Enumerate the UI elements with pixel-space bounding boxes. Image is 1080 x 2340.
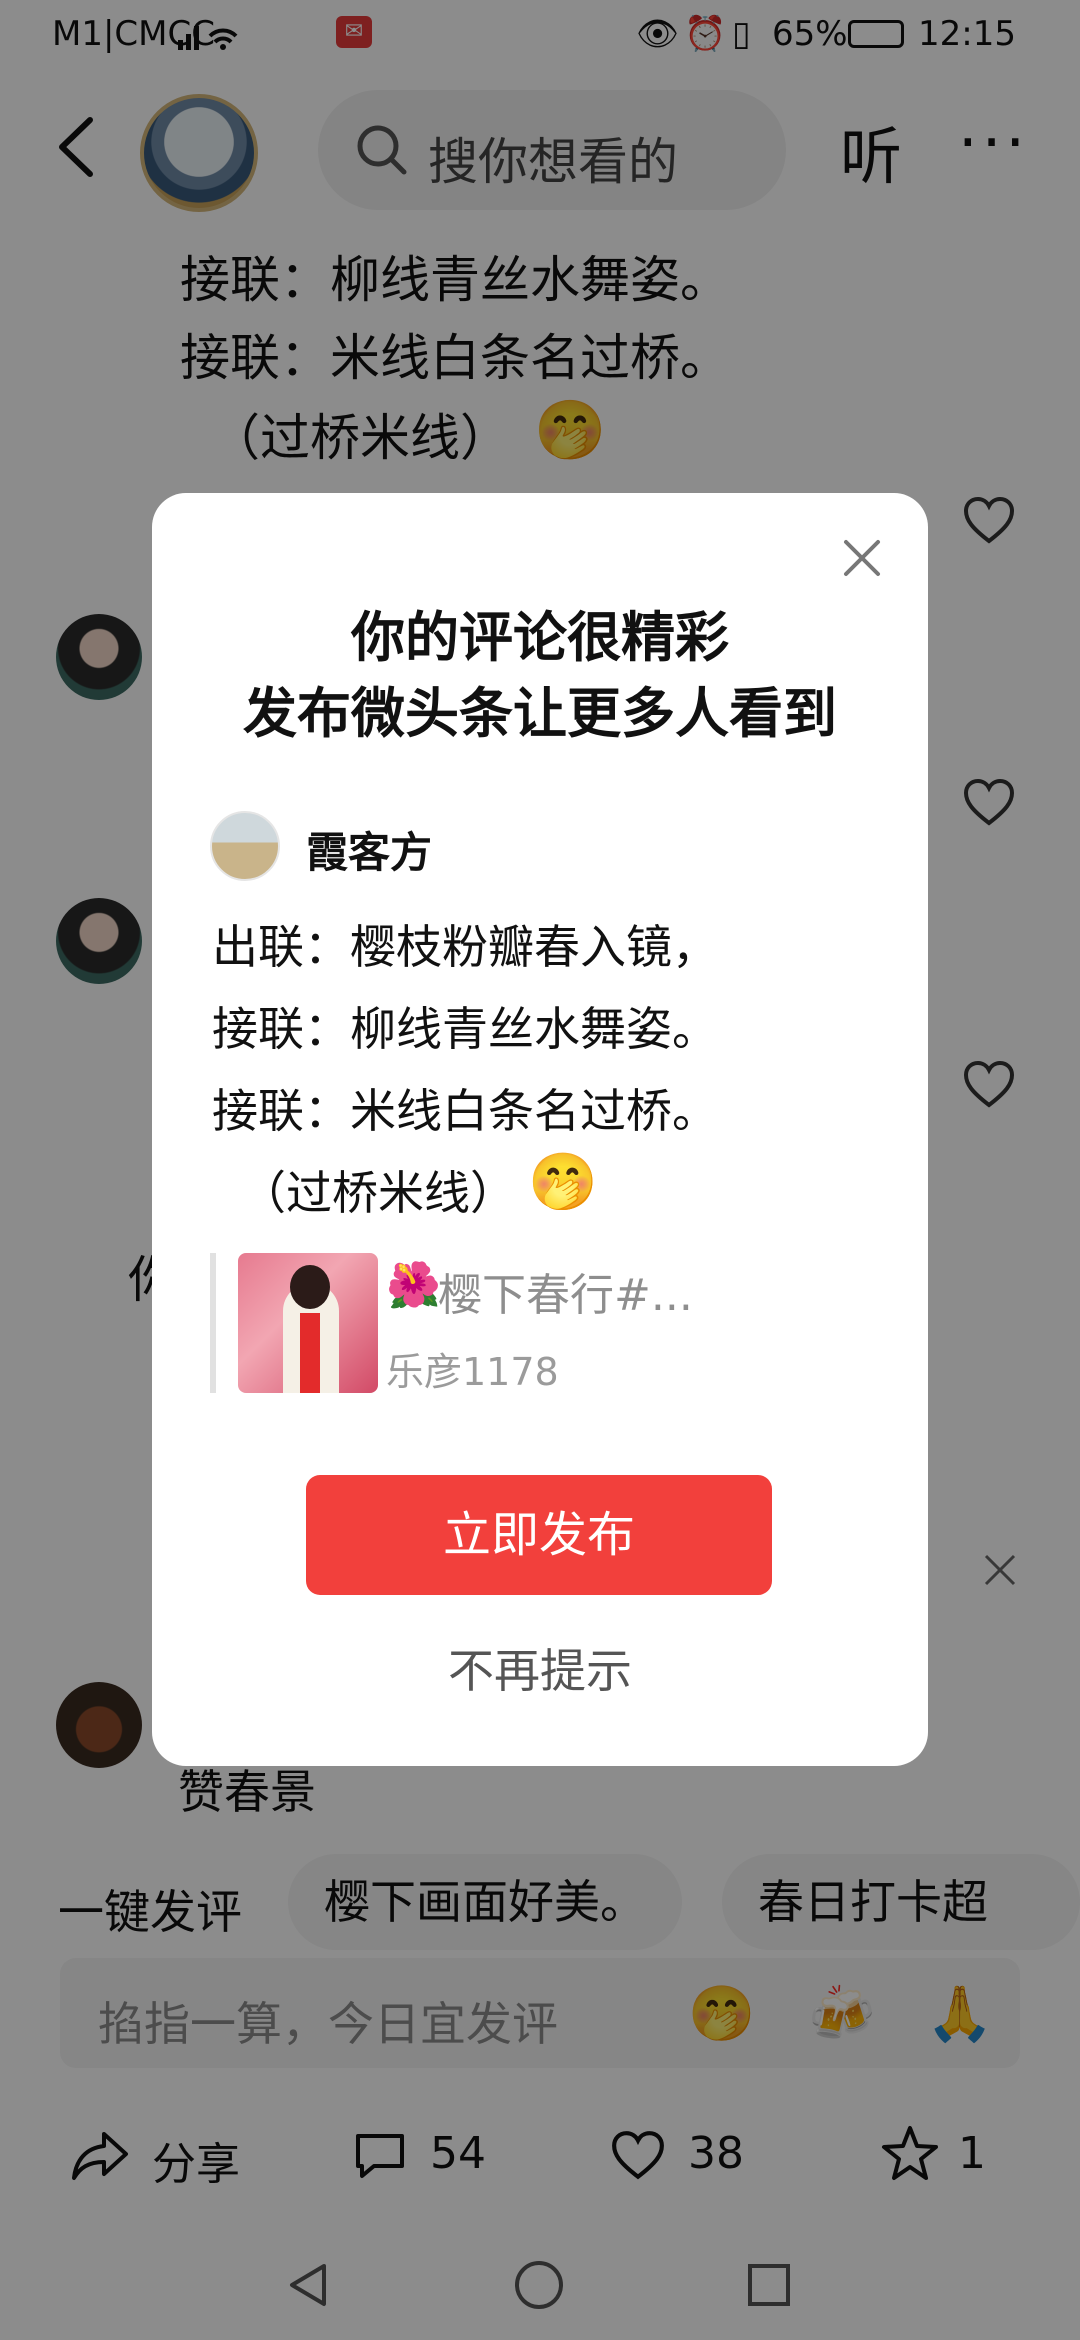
comment-line: 接联：米线白条名过桥。	[212, 1084, 718, 1138]
dialog-subtitle: 发布微头条让更多人看到	[243, 682, 837, 745]
quote-bar	[210, 1253, 216, 1393]
publish-button[interactable]: 立即发布	[306, 1475, 772, 1595]
close-icon[interactable]	[842, 538, 882, 578]
quoted-post-title: 樱下春行#...	[438, 1270, 693, 1321]
user-name: 霞客方	[306, 828, 433, 877]
quoted-post: 🌺 樱下春行#... 乐彦1178	[210, 1253, 870, 1394]
hand-over-mouth-emoji: 🤭	[528, 1150, 598, 1215]
no-remind-button[interactable]: 不再提示	[152, 1635, 928, 1701]
quoted-post-author: 乐彦1178	[386, 1350, 559, 1394]
quoted-post-thumbnail	[238, 1253, 378, 1393]
comment-line: 出联：樱枝粉瓣春入镜，	[212, 920, 718, 974]
dialog-title: 你的评论很精彩	[351, 606, 729, 669]
flower-emoji: 🌺	[386, 1260, 441, 1311]
publish-dialog: 你的评论很精彩 发布微头条让更多人看到 霞客方 出联：樱枝粉瓣春入镜， 接联：柳…	[152, 493, 928, 1766]
comment-line: 接联：柳线青丝水舞姿。	[212, 1002, 718, 1056]
user-avatar	[210, 811, 280, 881]
comment-line: （过桥米线）	[240, 1166, 516, 1220]
